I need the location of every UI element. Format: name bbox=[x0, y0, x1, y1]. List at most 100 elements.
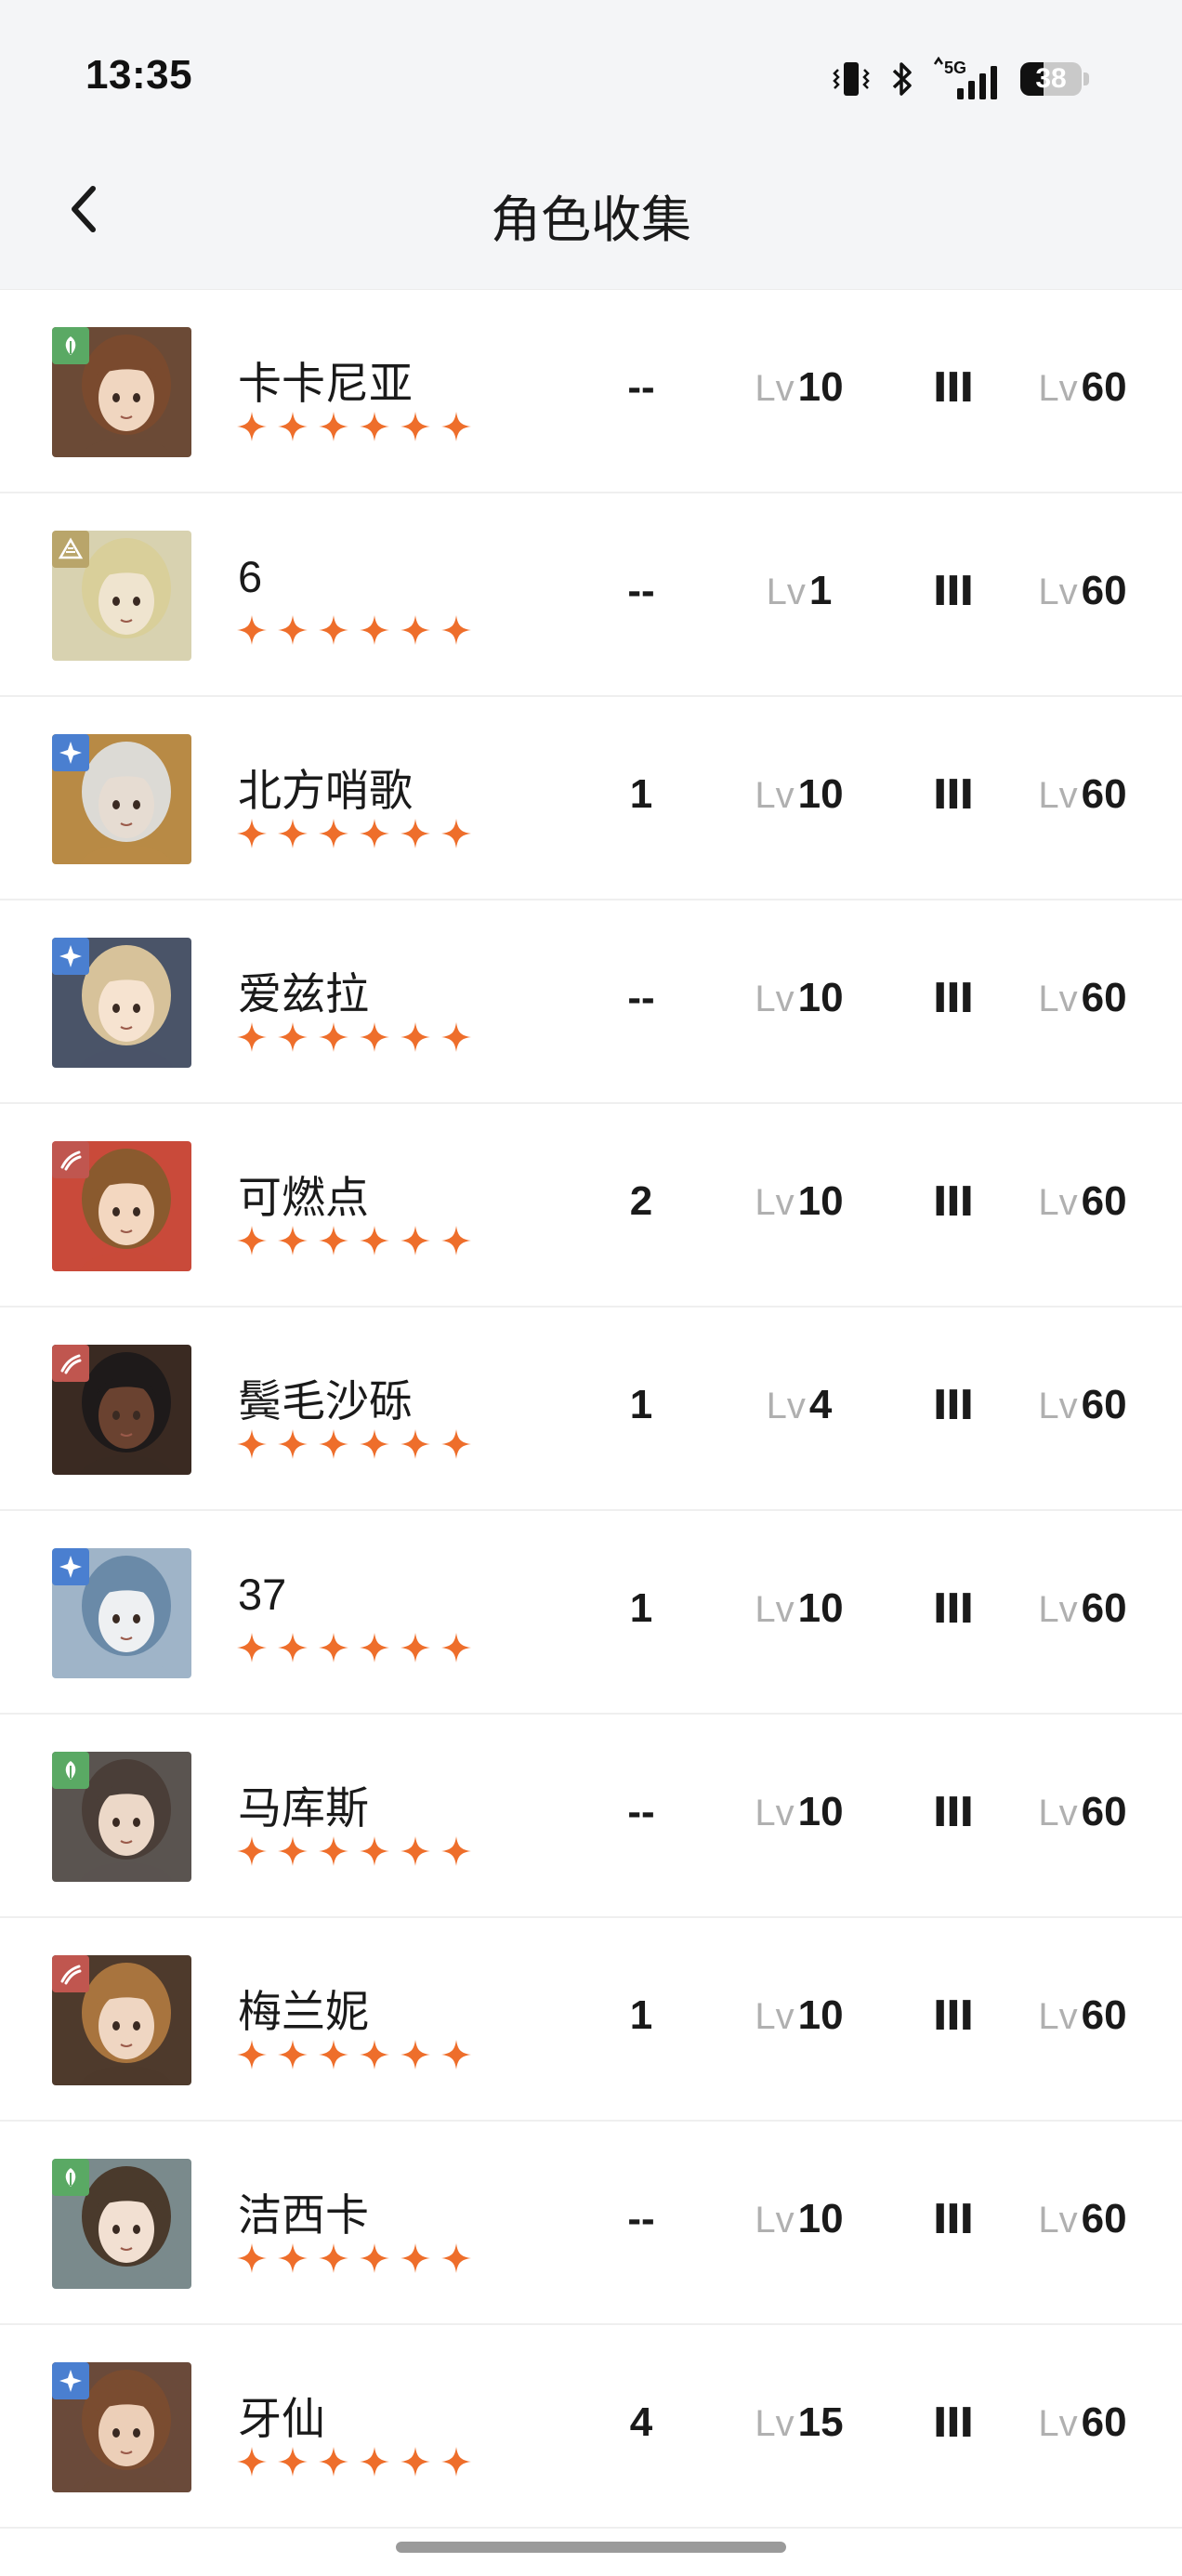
character-avatar[interactable] bbox=[52, 1141, 191, 1271]
character-name: 北方哨歌 bbox=[238, 766, 413, 815]
star-icon bbox=[401, 615, 430, 645]
character-row[interactable]: 可燃点 2 Lv10 III Lv60 bbox=[0, 1104, 1182, 1308]
star-icon bbox=[278, 2447, 308, 2477]
character-level: Lv10 bbox=[716, 975, 883, 1021]
max-level-label: Lv bbox=[1038, 2200, 1078, 2241]
character-avatar[interactable] bbox=[52, 327, 191, 457]
character-avatar[interactable] bbox=[52, 1548, 191, 1678]
character-rank: III bbox=[932, 2196, 974, 2243]
max-level-value: 60 bbox=[1081, 364, 1127, 410]
element-badge bbox=[52, 2159, 89, 2196]
character-avatar[interactable] bbox=[52, 1752, 191, 1882]
star-icon bbox=[441, 615, 471, 645]
signal-5g-icon: 5G bbox=[933, 57, 997, 99]
character-rank: III bbox=[932, 1382, 974, 1429]
max-level: Lv60 bbox=[1013, 568, 1152, 614]
max-level-value: 60 bbox=[1081, 771, 1127, 817]
level-label: Lv bbox=[755, 1182, 795, 1223]
max-level-value: 60 bbox=[1081, 1992, 1127, 2038]
star-icon bbox=[441, 1226, 471, 1255]
star-icon bbox=[237, 1633, 267, 1663]
star-icon bbox=[360, 1022, 389, 1052]
character-row[interactable]: 牙仙 4 Lv15 III Lv60 bbox=[0, 2325, 1182, 2529]
max-level: Lv60 bbox=[1013, 1178, 1152, 1225]
network-label: 5G bbox=[944, 59, 966, 77]
max-level-value: 60 bbox=[1081, 568, 1127, 613]
character-level: Lv15 bbox=[716, 2399, 883, 2446]
character-avatar[interactable] bbox=[52, 2362, 191, 2492]
star-icon bbox=[401, 1836, 430, 1866]
star-icon bbox=[278, 2243, 308, 2273]
character-name: 37 bbox=[238, 1570, 287, 1619]
star-icon bbox=[401, 412, 430, 441]
level-label: Lv bbox=[755, 1996, 795, 2037]
level-label: Lv bbox=[755, 368, 795, 409]
character-avatar[interactable] bbox=[52, 1955, 191, 2085]
character-rank: III bbox=[932, 1178, 974, 1226]
character-stat: 1 bbox=[629, 1992, 653, 2038]
star-icon bbox=[319, 2243, 348, 2273]
character-avatar[interactable] bbox=[52, 1345, 191, 1475]
character-name: 洁西卡 bbox=[238, 2190, 369, 2240]
star-icon bbox=[319, 615, 348, 645]
star-icon bbox=[237, 1022, 267, 1052]
character-avatar[interactable] bbox=[52, 734, 191, 864]
star-icon bbox=[360, 1429, 389, 1459]
character-name: 牙仙 bbox=[238, 2394, 325, 2443]
level-label: Lv bbox=[755, 775, 795, 816]
character-stat: -- bbox=[627, 568, 655, 613]
character-row[interactable]: 卡卡尼亚 -- Lv10 III Lv60 bbox=[0, 290, 1182, 493]
character-avatar[interactable] bbox=[52, 531, 191, 661]
status-icons: 5G 38 bbox=[831, 56, 1089, 102]
element-badge bbox=[52, 1548, 89, 1585]
leaf-icon bbox=[65, 336, 76, 355]
level-value: 10 bbox=[797, 364, 844, 410]
max-level-label: Lv bbox=[1038, 1589, 1078, 1630]
star-rating bbox=[236, 818, 472, 849]
level-value: 1 bbox=[808, 568, 833, 613]
character-avatar[interactable] bbox=[52, 938, 191, 1068]
star-rating bbox=[236, 1632, 472, 1663]
star-icon bbox=[441, 1633, 471, 1663]
character-row[interactable]: 爱兹拉 -- Lv10 III Lv60 bbox=[0, 900, 1182, 1104]
star-icon bbox=[278, 1226, 308, 1255]
star-rating bbox=[236, 1225, 472, 1256]
character-row[interactable]: 北方哨歌 1 Lv10 III Lv60 bbox=[0, 697, 1182, 900]
max-level: Lv60 bbox=[1013, 1585, 1152, 1632]
star-icon bbox=[278, 1022, 308, 1052]
character-level: Lv10 bbox=[716, 1585, 883, 1632]
character-name: 梅兰妮 bbox=[238, 1987, 369, 2036]
character-rank: III bbox=[932, 1992, 974, 2040]
star-icon bbox=[401, 2243, 430, 2273]
max-level-label: Lv bbox=[1038, 979, 1078, 1019]
character-row[interactable]: 梅兰妮 1 Lv10 III Lv 60 bbox=[0, 1918, 1182, 2122]
character-row[interactable]: 洁西卡 -- Lv10 III Lv60 bbox=[0, 2122, 1182, 2325]
character-row[interactable]: 37 1 Lv10 III Lv60 bbox=[0, 1511, 1182, 1715]
star-icon bbox=[360, 412, 389, 441]
character-avatar[interactable] bbox=[52, 2159, 191, 2289]
star-icon bbox=[278, 412, 308, 441]
star-icon bbox=[360, 819, 389, 848]
max-level: Lv60 bbox=[1013, 975, 1152, 1021]
level-value: 15 bbox=[797, 2399, 844, 2445]
level-label: Lv bbox=[755, 979, 795, 1019]
max-level-label: Lv bbox=[1038, 1386, 1078, 1426]
character-level: Lv10 bbox=[716, 1992, 883, 2039]
character-row[interactable]: 6 -- Lv1 III Lv60 bbox=[0, 493, 1182, 697]
vibrate-icon bbox=[833, 62, 870, 96]
element-badge bbox=[52, 327, 89, 364]
star-icon bbox=[441, 412, 471, 441]
star-icon bbox=[237, 615, 267, 645]
star-icon bbox=[237, 1836, 267, 1866]
star-icon bbox=[441, 2243, 471, 2273]
star-icon bbox=[360, 615, 389, 645]
star-icon bbox=[360, 2040, 389, 2070]
character-row[interactable]: 马库斯 -- Lv10 III Lv60 bbox=[0, 1715, 1182, 1918]
star-icon bbox=[319, 2040, 348, 2070]
spark-icon bbox=[59, 2370, 82, 2392]
character-name: 马库斯 bbox=[238, 1783, 369, 1833]
character-stat: 1 bbox=[629, 771, 653, 817]
max-level-value: 60 bbox=[1081, 975, 1127, 1020]
star-icon bbox=[401, 1226, 430, 1255]
character-row[interactable]: 鬓毛沙砾 1 Lv4 III Lv60 bbox=[0, 1308, 1182, 1511]
